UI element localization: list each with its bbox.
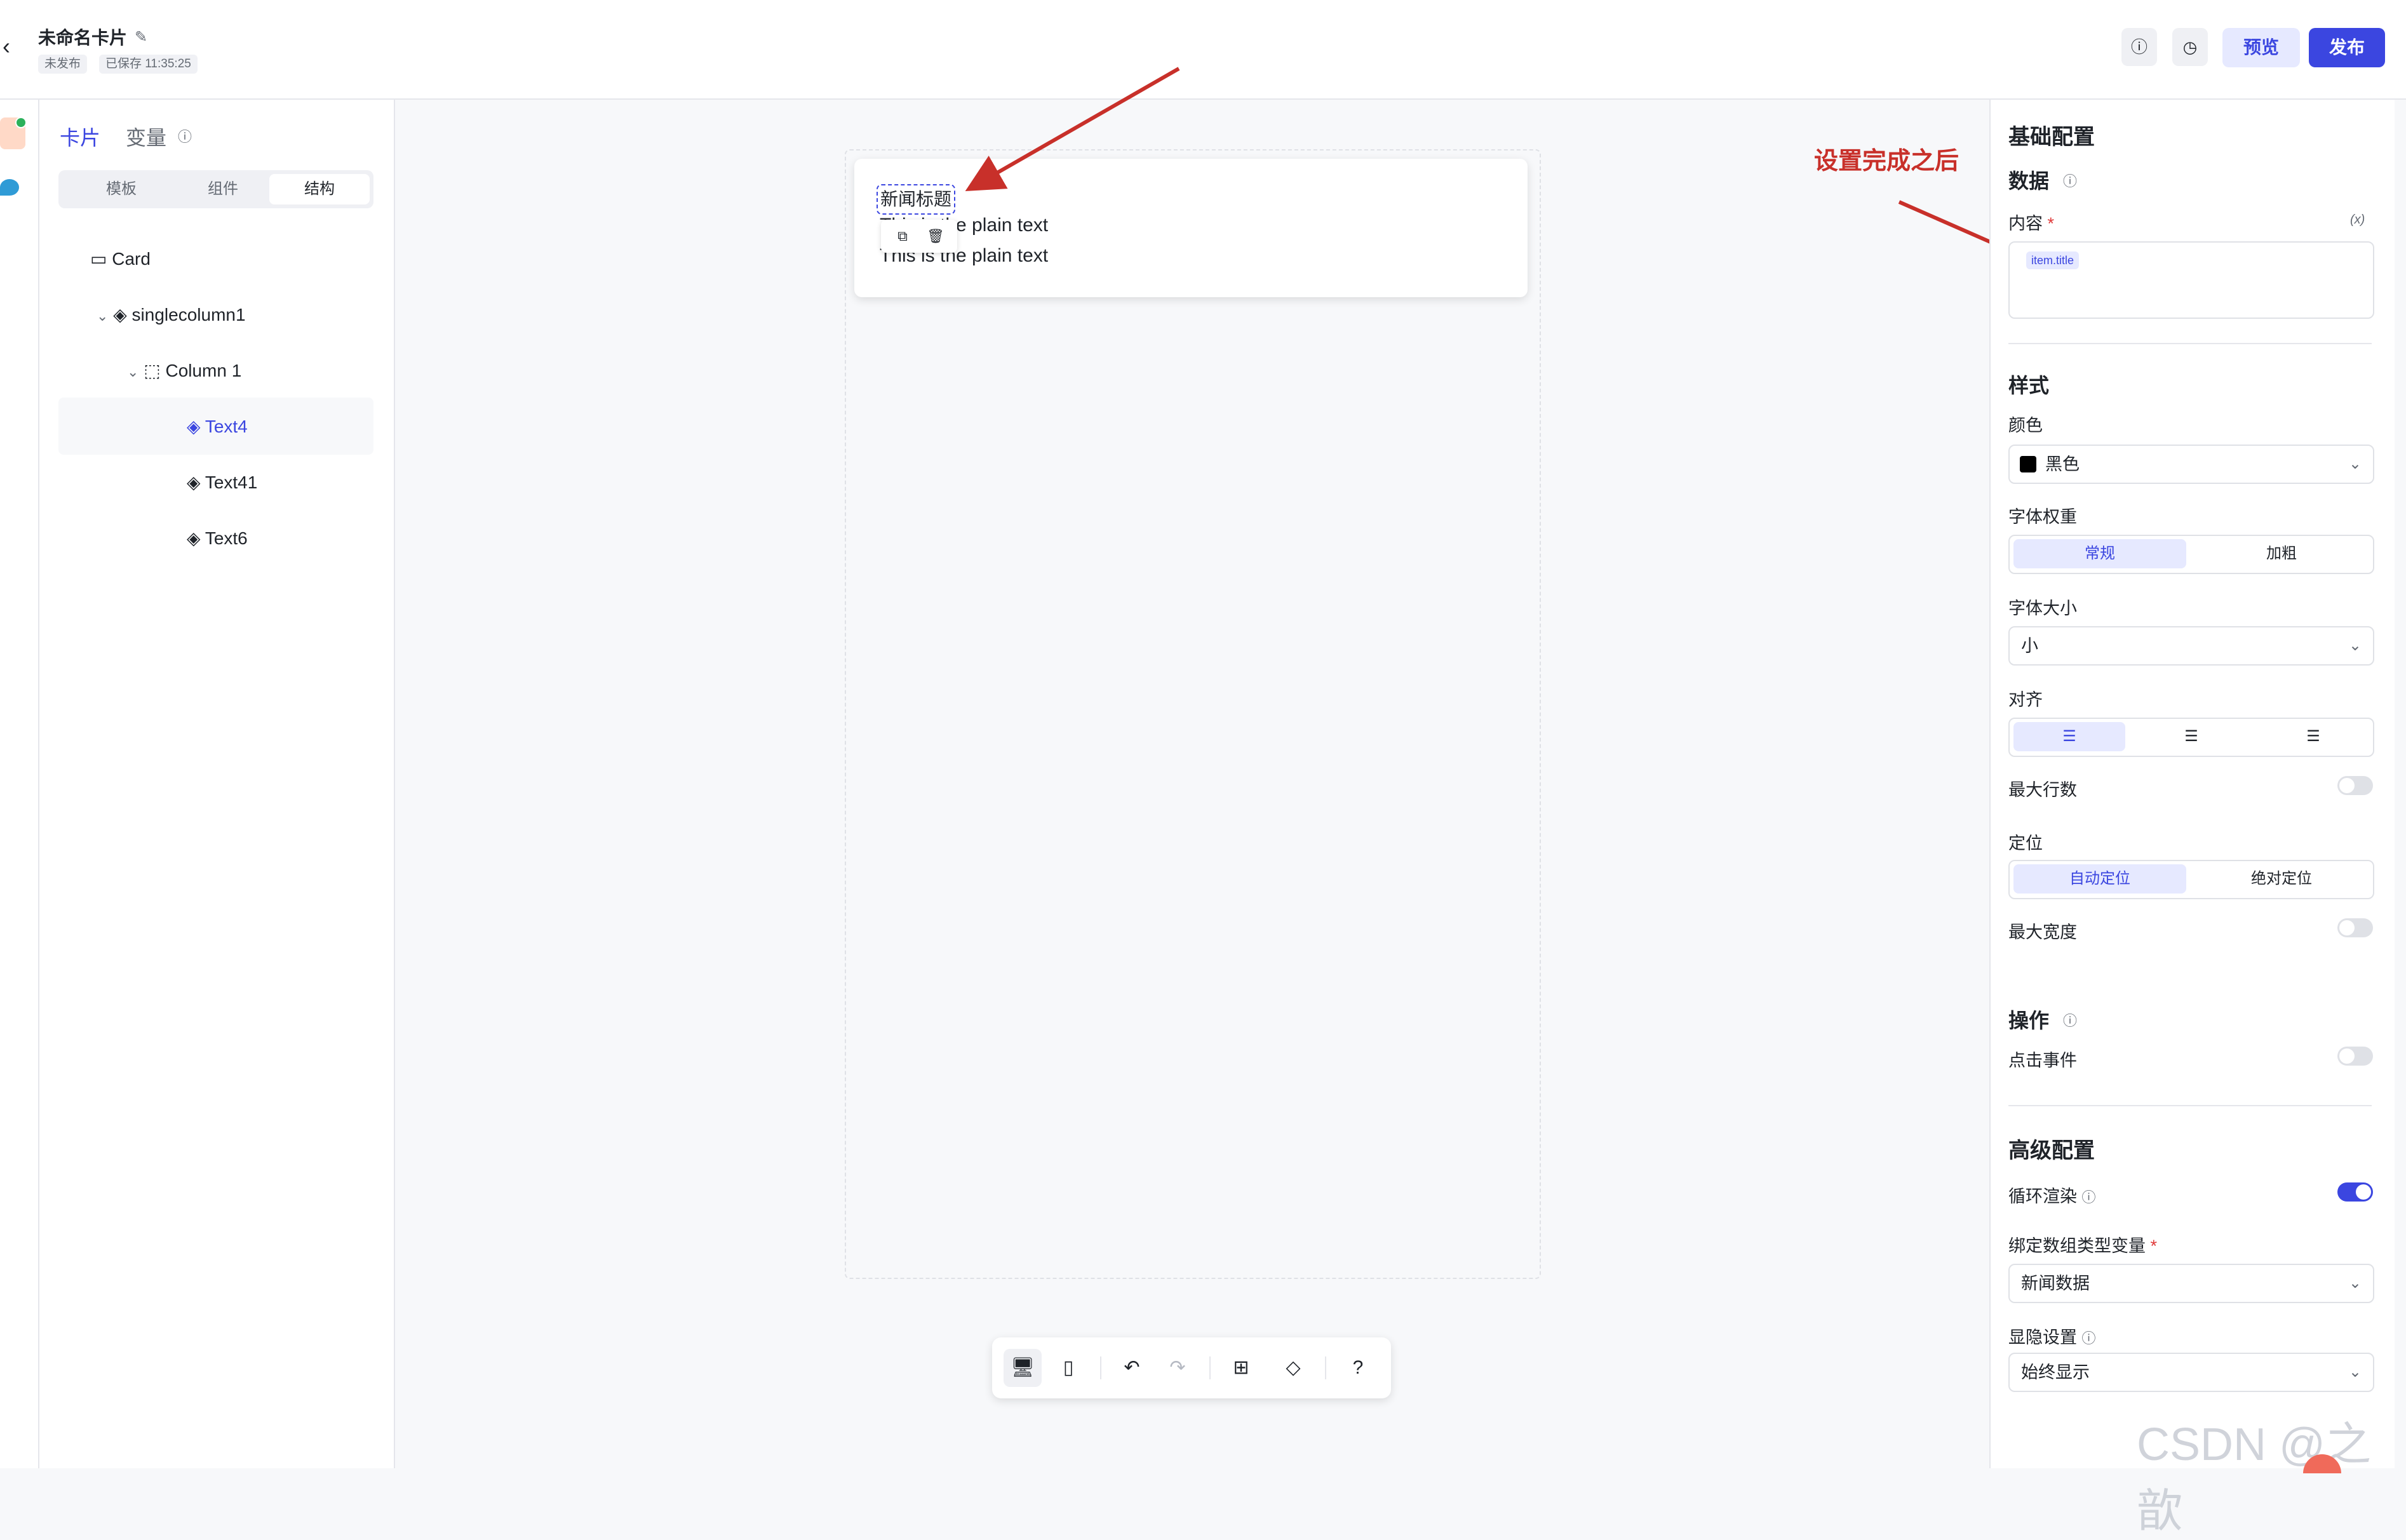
section-divider [2008,1105,2372,1106]
visibility-select[interactable]: 始终显示 ⌄ [2008,1353,2374,1392]
grid-icon[interactable]: ⊞ [1222,1349,1260,1387]
chevron-down-icon: ⌄ [2348,1275,2362,1292]
redo-icon[interactable]: ↷ [1159,1349,1197,1387]
advanced-config-title: 高级配置 [2008,1139,2095,1163]
loop-render-label-text: 循环渲染 [2008,1187,2077,1206]
bind-array-label-text: 绑定数组类型变量 [2008,1236,2146,1255]
position-radio: 自动定位 绝对定位 [2008,860,2374,899]
required-mark: * [2150,1236,2158,1255]
position-label: 定位 [2008,834,2043,853]
fx-variable-button[interactable]: (x) [2350,213,2365,227]
color-label: 颜色 [2008,416,2043,435]
click-event-label: 点击事件 [2008,1051,2077,1070]
info-icon[interactable]: ⓘ [2082,1330,2096,1346]
canvas-toolbar: 🖥 ▯ ↶ ↷ ⊞ ◇ ? [992,1337,1391,1398]
chevron-down-icon: ⌄ [2348,455,2362,472]
section-divider [2008,343,2372,344]
align-center-icon[interactable]: ☰ [2135,722,2247,751]
bind-array-select[interactable]: 新闻数据 ⌄ [2008,1264,2374,1303]
align-right-icon[interactable]: ☰ [2257,722,2369,751]
bind-array-value: 新闻数据 [2021,1274,2090,1293]
align-label: 对齐 [2008,690,2043,709]
font-size-value: 小 [2021,636,2038,655]
undo-icon[interactable]: ↶ [1113,1349,1151,1387]
desktop-icon[interactable]: 🖥 [1004,1349,1042,1387]
basic-config-title: 基础配置 [2008,125,2095,149]
align-left-icon[interactable]: ☰ [2013,722,2125,751]
bind-array-label: 绑定数组类型变量 * [2008,1232,2157,1257]
font-weight-regular[interactable]: 常规 [2013,539,2186,568]
help-icon[interactable]: ? [1339,1349,1377,1387]
max-width-label: 最大宽度 [2008,923,2077,942]
visibility-value: 始终显示 [2021,1363,2090,1382]
max-lines-label: 最大行数 [2008,780,2077,800]
color-select[interactable]: 黑色 ⌄ [2008,445,2374,484]
info-icon[interactable]: ⓘ [2063,170,2077,191]
content-label: 内容 * [2008,210,2054,234]
loop-render-label: 循环渲染 ⓘ [2008,1182,2096,1207]
font-weight-bold[interactable]: 加粗 [2194,539,2369,568]
mobile-icon[interactable]: ▯ [1049,1349,1087,1387]
font-weight-label: 字体权重 [2008,507,2077,526]
watermark: CSDN @之歆 [2137,1419,2372,1537]
font-weight-radio: 常规 加粗 [2008,535,2374,574]
visibility-label: 显隐设置 ⓘ [2008,1323,2096,1348]
info-icon[interactable]: ⓘ [2082,1189,2096,1205]
chevron-down-icon: ⌄ [2348,1363,2362,1381]
color-swatch [2020,456,2036,472]
data-section-title: 数据 [2008,170,2050,192]
style-section-title: 样式 [2008,374,2050,397]
toolbar-divider [1100,1356,1101,1379]
action-section-title: 操作 [2008,1009,2050,1032]
content-label-text: 内容 [2008,214,2043,233]
chevron-down-icon: ⌄ [2348,637,2362,654]
font-size-label: 字体大小 [2008,599,2077,618]
required-mark: * [2047,214,2055,233]
eraser-icon[interactable]: ◇ [1274,1349,1312,1387]
font-size-select[interactable]: 小 ⌄ [2008,626,2374,666]
visibility-label-text: 显隐设置 [2008,1328,2077,1347]
toolbar-divider [1209,1356,1211,1379]
toolbar-divider [1325,1356,1326,1379]
info-icon[interactable]: ⓘ [2063,1010,2077,1030]
click-event-toggle[interactable] [2337,1047,2373,1066]
position-absolute[interactable]: 绝对定位 [2194,864,2369,894]
annotation-text: 设置完成之后 [1814,148,1959,175]
loop-render-toggle[interactable] [2337,1182,2373,1202]
max-width-toggle[interactable] [2337,918,2373,937]
align-radio: ☰ ☰ ☰ [2008,718,2374,757]
arrow-to-title [965,67,1180,191]
color-select-value: 黑色 [2045,455,2080,474]
position-auto[interactable]: 自动定位 [2013,864,2186,894]
variable-tag[interactable]: item.title [2026,251,2080,269]
max-lines-toggle[interactable] [2337,776,2373,795]
